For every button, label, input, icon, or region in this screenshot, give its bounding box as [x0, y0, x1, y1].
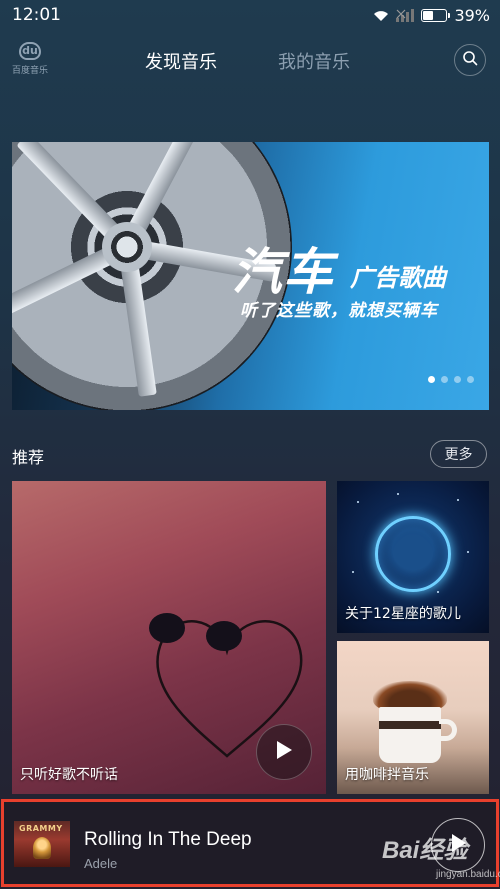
play-button[interactable] — [256, 724, 312, 780]
app-logo[interactable]: du 百度音乐 — [11, 42, 49, 76]
banner-title: 汽车 — [232, 243, 334, 301]
battery-percent: 39% — [454, 6, 490, 25]
play-icon — [275, 740, 293, 764]
search-icon — [462, 50, 478, 70]
page-dot[interactable] — [428, 376, 435, 383]
status-icons: 39% — [373, 6, 490, 25]
card-label: 只听好歌不听话 — [20, 767, 118, 783]
search-button[interactable] — [454, 44, 486, 76]
constellation-ring-image — [375, 516, 451, 592]
baidu-jingyan-watermark: Bai经验 — [382, 837, 468, 864]
logo-mark: du — [19, 42, 41, 60]
album-art[interactable]: GRAMMY — [14, 821, 70, 867]
card-label: 关于12星座的歌儿 — [345, 606, 461, 622]
song-title: Rolling In The Deep — [84, 829, 252, 850]
banner-page-indicator — [428, 376, 474, 383]
battery-icon — [421, 9, 451, 22]
card-label: 用咖啡拌音乐 — [345, 767, 429, 783]
top-bar: du 百度音乐 发现音乐 我的音乐 — [0, 36, 500, 86]
tab-discover-music[interactable]: 发现音乐 — [145, 48, 217, 74]
playlist-card-good-songs[interactable]: 只听好歌不听话 — [12, 481, 326, 794]
status-bar: 12:01 39% — [0, 0, 500, 30]
status-time: 12:01 — [12, 5, 61, 25]
banner-subtitle: 听了这些歌，就想买辆车 — [240, 301, 438, 321]
logo-caption: 百度音乐 — [11, 66, 48, 76]
now-playing-bar[interactable]: GRAMMY Rolling In The Deep Adele Bai经验 j… — [1, 799, 500, 887]
wifi-icon — [373, 10, 389, 22]
page-dot[interactable] — [441, 376, 448, 383]
more-button[interactable]: 更多 — [430, 440, 487, 468]
section-title-recommend: 推荐 — [12, 448, 45, 467]
album-art-text: GRAMMY — [19, 824, 63, 833]
coffee-cup-image — [379, 707, 457, 763]
playlist-card-zodiac[interactable]: 关于12星座的歌儿 — [337, 481, 489, 633]
signal-icon — [396, 9, 415, 22]
tab-my-music[interactable]: 我的音乐 — [278, 48, 350, 74]
playlist-card-coffee[interactable]: 用咖啡拌音乐 — [337, 641, 489, 794]
banner-title-tail: 广告歌曲 — [350, 264, 446, 292]
page-dot[interactable] — [454, 376, 461, 383]
artist-name: Adele — [84, 856, 118, 871]
watermark-url: jingyan.baidu.com — [436, 869, 500, 880]
page-dot[interactable] — [467, 376, 474, 383]
